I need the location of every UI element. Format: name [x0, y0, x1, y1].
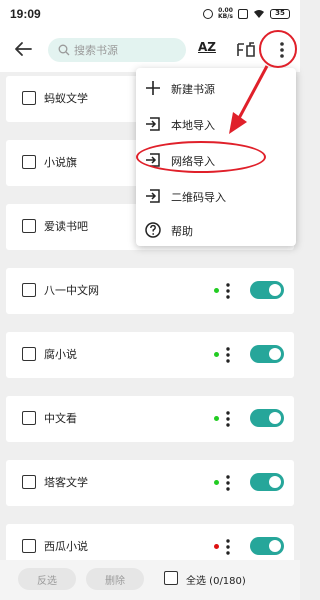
source-row[interactable]: 塔客文学: [6, 460, 294, 506]
source-name: 塔客文学: [44, 476, 88, 489]
toggle-knob: [269, 476, 281, 488]
group-filter-icon[interactable]: [236, 40, 256, 60]
search-input[interactable]: [74, 43, 174, 57]
row-checkbox[interactable]: [22, 219, 36, 233]
enable-toggle[interactable]: [250, 537, 284, 555]
row-checkbox[interactable]: [22, 283, 36, 297]
source-name: 西瓜小说: [44, 540, 88, 553]
row-checkbox[interactable]: [22, 475, 36, 489]
sort-az-label: AZ: [198, 40, 216, 54]
source-name: 八一中文网: [44, 284, 99, 297]
toggle-knob: [269, 412, 281, 424]
sim-icon: [238, 9, 248, 19]
status-dot: [214, 288, 219, 293]
status-time: 19:09: [10, 7, 41, 21]
battery-icon: 35: [270, 9, 290, 19]
enable-toggle[interactable]: [250, 409, 284, 427]
help-icon: [145, 222, 161, 238]
network-speed: 0.00 KB/s: [218, 8, 233, 20]
source-row[interactable]: 腐小说: [6, 332, 294, 378]
search-box[interactable]: [48, 38, 186, 62]
row-checkbox[interactable]: [22, 411, 36, 425]
row-more-icon[interactable]: [225, 538, 231, 556]
alarm-icon: [203, 9, 213, 19]
source-name: 爱读书吧: [44, 220, 88, 233]
annotation-ellipse: [136, 141, 266, 173]
row-more-icon[interactable]: [225, 410, 231, 428]
import-icon: [146, 117, 160, 131]
source-name: 小说旗: [44, 156, 77, 169]
menu-item-label: 新建书源: [171, 83, 215, 96]
back-arrow-icon[interactable]: [12, 38, 34, 60]
menu-item-label: 二维码导入: [171, 191, 226, 204]
network-speed-unit: KB/s: [218, 13, 233, 20]
wifi-icon: [254, 10, 264, 18]
source-row[interactable]: 中文看: [6, 396, 294, 442]
row-checkbox[interactable]: [22, 155, 36, 169]
row-more-icon[interactable]: [225, 474, 231, 492]
toggle-knob: [269, 284, 281, 296]
annotation-arrow-icon: [229, 65, 269, 134]
status-dot: [214, 352, 219, 357]
row-more-icon[interactable]: [225, 346, 231, 364]
row-checkbox[interactable]: [22, 91, 36, 105]
delete-button[interactable]: 删除: [86, 568, 144, 590]
enable-toggle[interactable]: [250, 345, 284, 363]
status-bar: 19:09 0.00 KB/s 35: [0, 0, 300, 28]
select-all-checkbox[interactable]: [164, 571, 178, 585]
row-more-icon[interactable]: [225, 282, 231, 300]
row-checkbox[interactable]: [22, 347, 36, 361]
status-dot: [214, 416, 219, 421]
source-name: 中文看: [44, 412, 77, 425]
status-icons: 0.00 KB/s 35: [203, 8, 290, 20]
source-name: 腐小说: [44, 348, 77, 361]
sort-az-icon[interactable]: AZ: [198, 40, 218, 60]
invert-selection-button[interactable]: 反选: [18, 568, 76, 590]
source-name: 蚂蚁文学: [44, 92, 88, 105]
status-dot: [214, 480, 219, 485]
source-row[interactable]: 八一中文网: [6, 268, 294, 314]
toggle-knob: [269, 540, 281, 552]
annotation-circle: [259, 30, 297, 68]
menu-item-label: 帮助: [171, 225, 193, 238]
menu-item-help[interactable]: 帮助: [136, 212, 296, 248]
select-all-label: 全选 (0/180): [186, 576, 246, 587]
battery-level: 35: [275, 9, 285, 17]
enable-toggle[interactable]: [250, 473, 284, 491]
search-icon: [58, 44, 70, 56]
import-icon: [146, 189, 160, 203]
enable-toggle[interactable]: [250, 281, 284, 299]
status-dot: [214, 544, 219, 549]
bottom-bar: 反选 删除 全选 (0/180): [0, 560, 300, 600]
row-checkbox[interactable]: [22, 539, 36, 553]
menu-item-qr-import[interactable]: 二维码导入: [136, 178, 296, 214]
plus-icon: [146, 81, 160, 95]
menu-item-label: 本地导入: [171, 119, 215, 132]
toggle-knob: [269, 348, 281, 360]
